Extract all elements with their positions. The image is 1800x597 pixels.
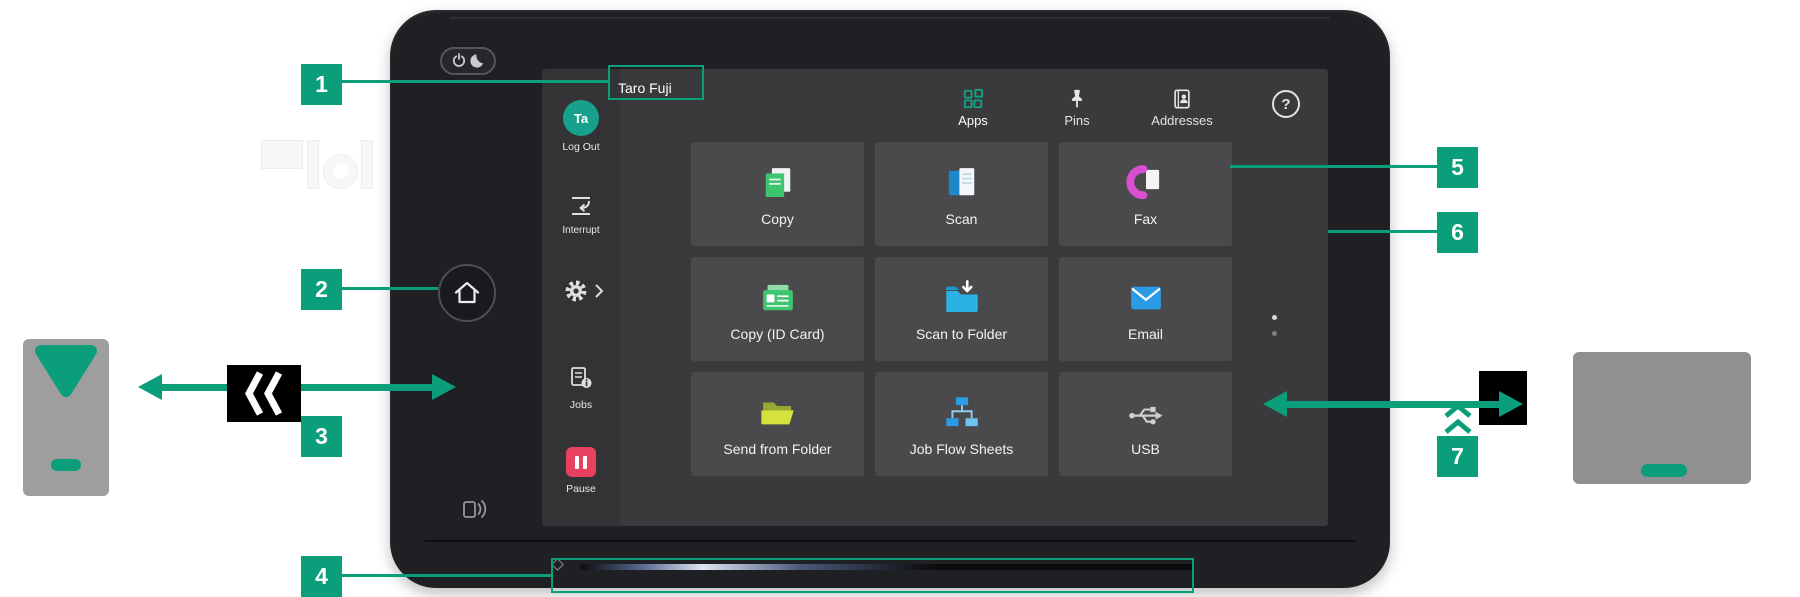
black-chevron-panel-left: [227, 365, 301, 422]
chevron-left-icon: [241, 365, 285, 422]
app-tile-label: Copy: [761, 211, 794, 227]
tab-apps-label: Apps: [958, 113, 988, 128]
app-tile-scan[interactable]: Scan: [875, 142, 1048, 246]
help-button[interactable]: ?: [1272, 90, 1300, 118]
callout-4-line: [342, 574, 551, 577]
inset-right-pill-marker: [1641, 464, 1687, 477]
power-button[interactable]: [440, 47, 496, 75]
callout-7-chevrons-up-icon: [1442, 402, 1474, 436]
app-tile-send-from-folder[interactable]: Send from Folder: [691, 372, 864, 476]
swipe-arrow-left-head: [138, 374, 162, 400]
question-mark-icon: ?: [1281, 96, 1290, 113]
app-tile-fax[interactable]: Fax: [1059, 142, 1232, 246]
id-card-icon: [757, 277, 799, 319]
power-sleep-icon: [450, 52, 486, 70]
inset-left-pill-marker: [51, 459, 81, 471]
device-seam: [424, 540, 1356, 542]
device-body: Ta Log Out Interrupt: [390, 10, 1390, 588]
usb-icon: [1125, 392, 1167, 434]
app-tile-copy[interactable]: Copy: [691, 142, 864, 246]
app-tile-label: Job Flow Sheets: [910, 441, 1014, 457]
page-scroll-indicator[interactable]: [1272, 331, 1277, 336]
tab-apps[interactable]: Apps: [928, 88, 1018, 128]
nfc-icon: [459, 494, 489, 524]
user-avatar[interactable]: Ta: [563, 100, 599, 136]
callout-2: 2: [301, 269, 342, 310]
send-from-folder-icon: [757, 392, 799, 434]
app-grid: Copy Scan: [691, 142, 1232, 476]
inset-left-marker-icon: [31, 341, 101, 405]
address-book-icon: [1171, 88, 1193, 110]
app-tile-job-flow-sheets[interactable]: Job Flow Sheets: [875, 372, 1048, 476]
gear-icon: [564, 279, 588, 303]
page-scroll-indicator[interactable]: [1272, 315, 1277, 320]
nfc-touch-area[interactable]: [457, 492, 491, 526]
callout-1: 1: [301, 64, 342, 105]
chevron-right-icon: [594, 283, 604, 299]
jobs-label: Jobs: [542, 399, 620, 411]
tab-pins[interactable]: Pins: [1032, 88, 1122, 128]
callout-6: 6: [1437, 212, 1478, 253]
sidebar-item-interrupt[interactable]: [568, 193, 594, 224]
app-tile-email[interactable]: Email: [1059, 257, 1232, 361]
app-tile-usb[interactable]: USB: [1059, 372, 1232, 476]
touch-screen: Ta Log Out Interrupt: [542, 69, 1328, 526]
avatar-initials: Ta: [574, 111, 588, 126]
tab-addresses[interactable]: Addresses: [1137, 88, 1227, 128]
pause-icon: [575, 456, 579, 469]
device-top-highlight: [450, 17, 1330, 19]
pin-icon: [1066, 88, 1088, 110]
copy-icon: [757, 162, 799, 204]
app-tile-label: Copy (ID Card): [730, 326, 824, 342]
interrupt-icon: [568, 193, 594, 219]
watermark-shape: [262, 141, 302, 168]
callout-7: 7: [1437, 436, 1478, 477]
email-icon: [1125, 277, 1167, 319]
sidebar-item-settings[interactable]: [564, 279, 604, 303]
figure-canvas: Ta Log Out Interrupt: [0, 0, 1800, 597]
interrupt-label: Interrupt: [542, 225, 620, 236]
jobs-icon: [568, 365, 594, 391]
scan-to-folder-icon: [941, 277, 983, 319]
tab-addresses-label: Addresses: [1151, 113, 1212, 128]
sidebar-item-jobs[interactable]: [568, 365, 594, 396]
logout-button[interactable]: Log Out: [542, 141, 620, 153]
pause-icon: [583, 456, 587, 469]
callout-6-line: [1328, 230, 1437, 233]
home-button[interactable]: [438, 264, 496, 322]
swipe-arrow-right-head: [432, 374, 456, 400]
inset-left-side-view: [23, 339, 109, 496]
callout-3: 3: [301, 416, 342, 457]
scan-icon: [941, 162, 983, 204]
app-tile-label: Scan: [946, 211, 978, 227]
fax-icon: [1125, 162, 1167, 204]
callout-5-line: [1230, 165, 1437, 168]
callout-1-line: [342, 80, 608, 83]
watermark-shape: [308, 141, 318, 188]
sidebar: Ta Log Out Interrupt: [542, 69, 620, 526]
callout-2-line: [342, 287, 438, 290]
job-flow-sheets-icon: [941, 392, 983, 434]
callout-5: 5: [1437, 147, 1478, 188]
app-tile-copy-id-card[interactable]: Copy (ID Card): [691, 257, 864, 361]
swipe-arrow-left-head-2: [1263, 391, 1287, 417]
app-tile-label: USB: [1131, 441, 1160, 457]
apps-grid-icon: [962, 88, 984, 110]
callout-4: 4: [301, 556, 342, 597]
home-icon: [452, 278, 482, 308]
app-tile-label: Scan to Folder: [916, 326, 1007, 342]
watermark-shape: [362, 141, 372, 188]
app-tile-label: Email: [1128, 326, 1163, 342]
callout-box-status-led: [551, 558, 1194, 593]
pause-label: Pause: [542, 483, 620, 495]
app-tile-scan-to-folder[interactable]: Scan to Folder: [875, 257, 1048, 361]
tab-pins-label: Pins: [1064, 113, 1089, 128]
swipe-arrow-right-head-2: [1499, 391, 1523, 417]
watermark-shape: [324, 155, 357, 188]
app-tile-label: Fax: [1134, 211, 1157, 227]
pause-button[interactable]: [566, 447, 596, 477]
inset-right-side-view: [1573, 352, 1751, 484]
app-tile-label: Send from Folder: [723, 441, 831, 457]
callout-box-user-name: [608, 65, 704, 100]
